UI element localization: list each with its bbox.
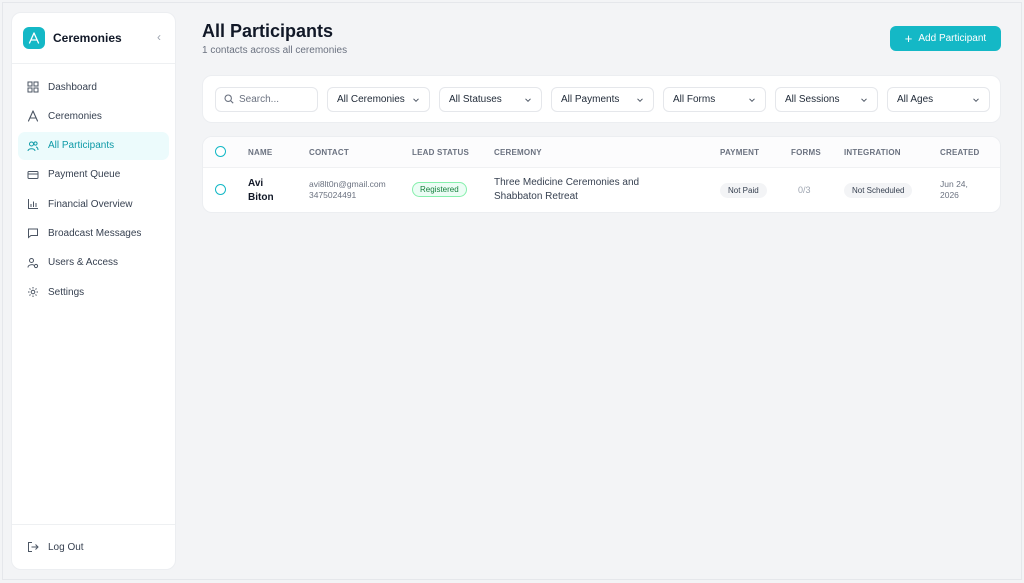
- chevron-down-icon: [749, 97, 755, 102]
- select-value: All Statuses: [449, 94, 502, 105]
- chevron-down-icon: [525, 97, 531, 102]
- forms-filter-select[interactable]: All Forms: [663, 87, 766, 112]
- sidebar-item-label: Payment Queue: [48, 169, 121, 181]
- payment-cell: Not Paid: [720, 183, 767, 198]
- logout-icon: [26, 540, 40, 554]
- search-box[interactable]: [215, 87, 318, 112]
- page-subtitle: 1 contacts across all ceremonies: [202, 45, 348, 56]
- sidebar-item-financial-overview[interactable]: Financial Overview: [18, 190, 169, 218]
- column-header-integration[interactable]: INTEGRATION: [844, 148, 901, 157]
- dashboard-icon: [26, 80, 40, 94]
- participant-phone: 3475024491: [309, 190, 357, 200]
- select-value: All Payments: [561, 94, 620, 105]
- sidebar-item-label: Settings: [48, 286, 85, 298]
- sidebar-item-label: All Participants: [48, 140, 115, 152]
- credit-card-icon: [26, 168, 40, 182]
- add-participant-button[interactable]: + Add Participant: [890, 26, 1001, 51]
- participant-name[interactable]: Avi Biton: [248, 177, 288, 205]
- column-header-contact[interactable]: CONTACT: [309, 148, 349, 157]
- sidebar-item-ceremonies[interactable]: Ceremonies: [18, 102, 169, 130]
- ages-filter-select[interactable]: All Ages: [887, 87, 990, 112]
- status-filter-select[interactable]: All Statuses: [439, 87, 542, 112]
- column-header-created[interactable]: CREATED: [940, 148, 979, 157]
- lead-status-cell: Registered: [412, 182, 467, 197]
- integration-cell: Not Scheduled: [844, 183, 913, 198]
- created-date: Jun 24, 2026: [940, 179, 968, 200]
- chevron-down-icon: [861, 97, 867, 102]
- participant-email: avi8lt0n@gmail.com: [309, 179, 386, 189]
- search-input[interactable]: [239, 94, 309, 105]
- sidebar: Ceremonies ‹ Dashboard Ceremonies All Pa…: [11, 12, 176, 570]
- page-title: All Participants: [202, 21, 334, 41]
- filter-bar: All Ceremonies All Statuses All Payments…: [202, 75, 1001, 123]
- logout-button[interactable]: Log Out: [12, 524, 175, 569]
- add-participant-label: Add Participant: [918, 33, 987, 44]
- brand-title: Ceremonies: [53, 31, 122, 45]
- bar-chart-icon: [26, 197, 40, 211]
- ceremony-filter-select[interactable]: All Ceremonies: [327, 87, 430, 112]
- sidebar-item-dashboard[interactable]: Dashboard: [18, 73, 169, 101]
- plus-icon: +: [904, 31, 913, 46]
- sidebar-item-label: Dashboard: [48, 81, 97, 93]
- row-select-checkbox[interactable]: [215, 184, 226, 195]
- gear-icon: [26, 285, 40, 299]
- payment-filter-select[interactable]: All Payments: [551, 87, 654, 112]
- forms-progress: 0/3: [798, 185, 811, 195]
- message-icon: [26, 226, 40, 240]
- search-icon: [224, 91, 234, 109]
- table-header: NAME CONTACT LEAD STATUS CEREMONY PAYMEN…: [203, 137, 1000, 168]
- sidebar-item-users-access[interactable]: Users & Access: [18, 249, 169, 277]
- select-value: All Sessions: [785, 94, 840, 105]
- sidebar-brand: Ceremonies ‹: [12, 13, 175, 64]
- sessions-filter-select[interactable]: All Sessions: [775, 87, 878, 112]
- lead-status-badge: Registered: [412, 182, 467, 197]
- ceremony-logo-icon: [23, 27, 45, 49]
- sidebar-item-label: Users & Access: [48, 257, 119, 269]
- users-icon: [26, 139, 40, 153]
- participants-table: NAME CONTACT LEAD STATUS CEREMONY PAYMEN…: [202, 136, 1001, 213]
- chevron-down-icon: [973, 97, 979, 102]
- column-header-lead-status[interactable]: LEAD STATUS: [412, 148, 469, 157]
- ceremonies-icon: [26, 109, 40, 123]
- payment-status-badge: Not Paid: [720, 183, 767, 198]
- collapse-sidebar-chevron-icon[interactable]: ‹: [157, 30, 161, 44]
- select-value: All Ceremonies: [337, 94, 405, 105]
- table-row[interactable]: Avi Biton avi8lt0n@gmail.com 3475024491 …: [203, 168, 1000, 214]
- column-header-name[interactable]: NAME: [248, 148, 272, 157]
- sidebar-item-broadcast-messages[interactable]: Broadcast Messages: [18, 219, 169, 247]
- column-header-forms[interactable]: FORMS: [791, 148, 821, 157]
- user-key-icon: [26, 256, 40, 270]
- sidebar-item-payment-queue[interactable]: Payment Queue: [18, 161, 169, 189]
- sidebar-item-label: Ceremonies: [48, 110, 102, 122]
- logout-label: Log Out: [48, 541, 84, 553]
- integration-status-badge: Not Scheduled: [844, 183, 913, 198]
- column-header-payment[interactable]: PAYMENT: [720, 148, 759, 157]
- sidebar-item-settings[interactable]: Settings: [18, 278, 169, 306]
- sidebar-item-label: Financial Overview: [48, 198, 133, 210]
- select-value: All Ages: [897, 94, 934, 105]
- select-all-checkbox[interactable]: [215, 146, 226, 157]
- select-value: All Forms: [673, 94, 716, 105]
- participant-contact: avi8lt0n@gmail.com 3475024491: [309, 179, 386, 201]
- chevron-down-icon: [637, 97, 643, 102]
- column-header-ceremony[interactable]: CEREMONY: [494, 148, 542, 157]
- sidebar-item-all-participants[interactable]: All Participants: [18, 131, 169, 160]
- sidebar-nav: Dashboard Ceremonies All Participants Pa…: [12, 64, 175, 306]
- chevron-down-icon: [413, 97, 419, 102]
- ceremony-name: Three Medicine Ceremonies and Shabbaton …: [494, 177, 640, 202]
- sidebar-item-label: Broadcast Messages: [48, 227, 142, 239]
